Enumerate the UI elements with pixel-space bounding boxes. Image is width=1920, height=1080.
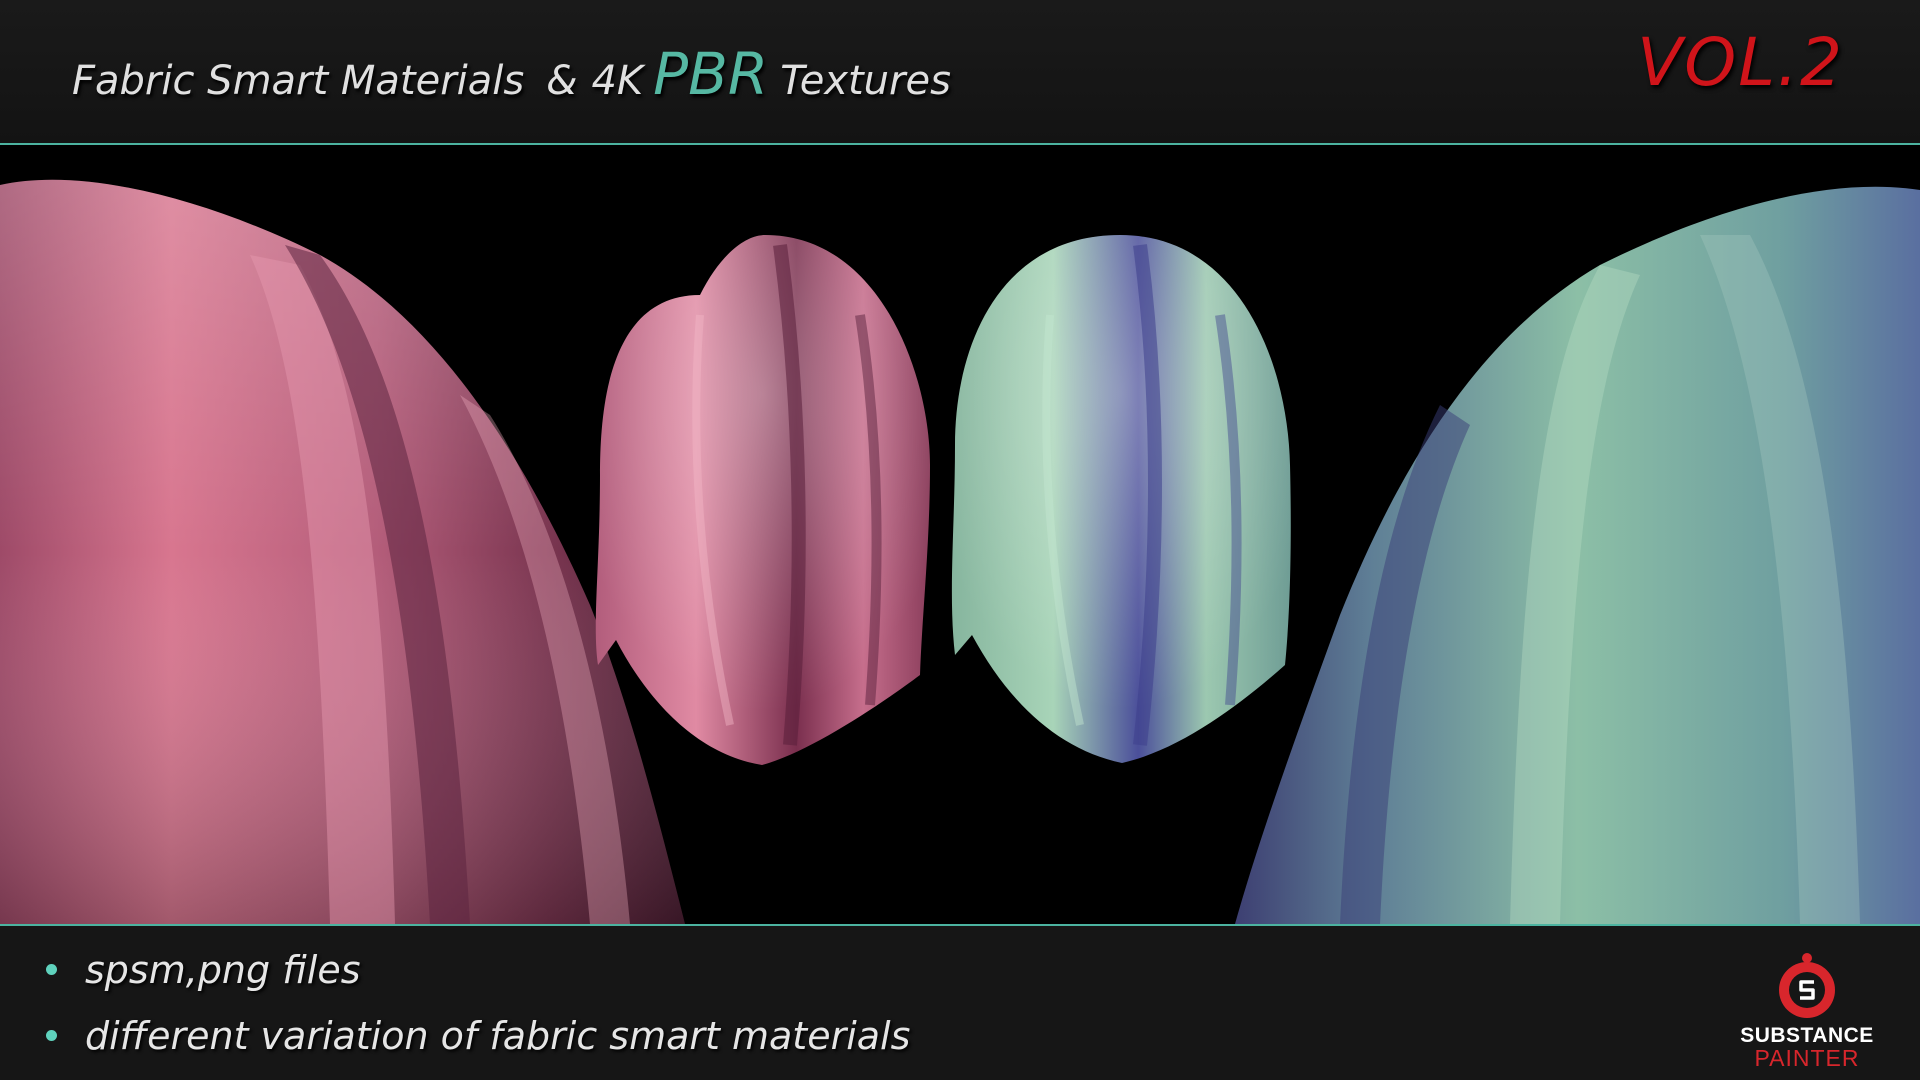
bullet-icon	[46, 1030, 57, 1041]
page-title: Fabric Smart Materials & 4K PBR Textures	[72, 40, 951, 108]
title-textures: Textures	[780, 58, 951, 104]
feature-text: different variation of fabric smart mate…	[85, 1014, 911, 1058]
title-ampersand: &	[546, 58, 578, 104]
feature-item: different variation of fabric smart mate…	[46, 1014, 910, 1058]
feature-item: spsm,png files	[46, 948, 361, 992]
material-preview	[0, 145, 1920, 924]
promo-banner: Fabric Smart Materials & 4K PBR Textures VOL…	[0, 0, 1920, 1080]
substance-painter-icon	[1779, 953, 1835, 1018]
feature-text: spsm,png files	[85, 948, 361, 992]
fabric-render	[0, 179, 1920, 924]
teal-cloth-large	[1235, 186, 1920, 924]
title-main: Fabric Smart Materials	[72, 58, 525, 104]
footer-bar: spsm,png files different variation of fa…	[0, 926, 1920, 1080]
title-4k: 4K	[591, 58, 644, 104]
title-pbr: PBR	[653, 40, 769, 108]
header-bar: Fabric Smart Materials & 4K PBR Textures VOL…	[0, 0, 1920, 143]
pink-cloth-small	[595, 235, 930, 765]
volume-label: VOL.2	[1637, 24, 1844, 101]
teal-cloth-small	[951, 235, 1291, 763]
bullet-icon	[46, 964, 57, 975]
substance-painter-logo: SUBSTANCE PAINTER	[1722, 952, 1892, 1080]
pink-cloth-large	[0, 179, 685, 924]
logo-line-2: PAINTER	[1754, 1045, 1860, 1071]
